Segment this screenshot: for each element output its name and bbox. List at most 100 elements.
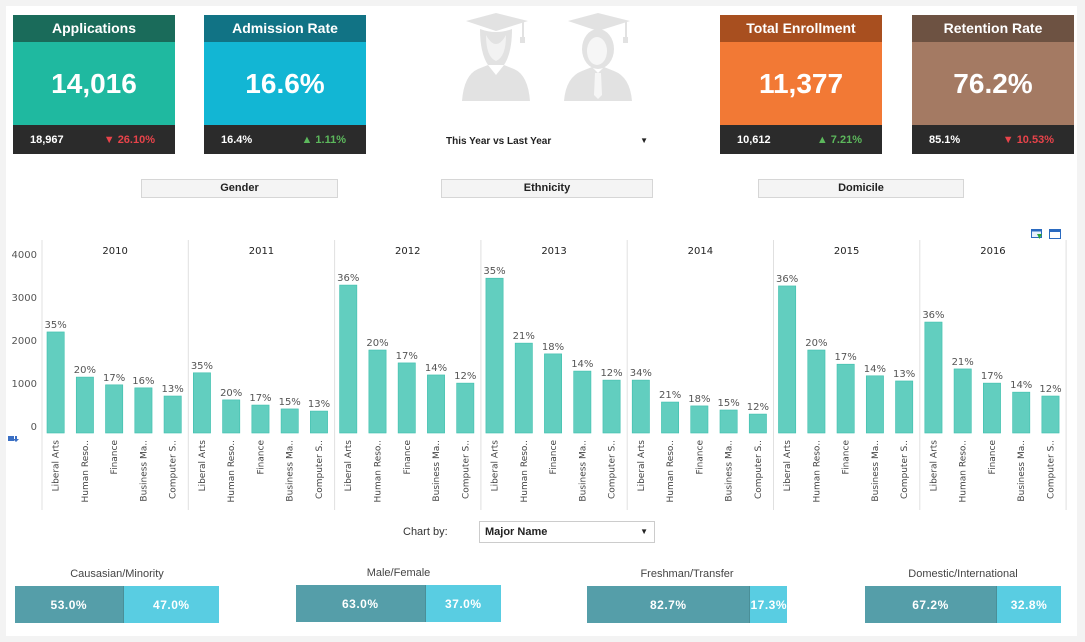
bar-data-label: 35% xyxy=(45,320,67,331)
kpi-change: ▼ 10.53% xyxy=(1002,133,1054,146)
ratio-bar[interactable]: 53.0% 47.0% xyxy=(15,586,219,623)
y-tick-label: 0 xyxy=(31,422,37,433)
bar-data-label: 13% xyxy=(162,384,184,395)
ratio-left-segment: 67.2% xyxy=(865,586,998,623)
chart-by-value: Major Name xyxy=(485,526,548,538)
bar xyxy=(222,399,241,434)
bar xyxy=(397,362,416,434)
bar-data-label: 13% xyxy=(893,369,915,380)
kpi-card-applications[interactable]: Applications 14,016 18,967 ▼ 26.10% xyxy=(13,15,175,154)
bar xyxy=(280,408,299,434)
panel-year-label: 2013 xyxy=(541,246,566,257)
ratio-bar[interactable]: 67.2% 32.8% xyxy=(865,586,1061,623)
ratio-causasian-minority: Causasian/Minority 53.0% 47.0% xyxy=(15,568,219,623)
ratio-right-segment: 47.0% xyxy=(123,586,219,623)
arrow-up-icon: ▲ xyxy=(301,133,313,146)
bar xyxy=(865,375,884,434)
graduate-icons xyxy=(458,13,638,103)
bar xyxy=(807,349,826,434)
x-tick-label: Computer S.. xyxy=(461,440,471,499)
bar xyxy=(485,277,504,434)
chart-toolbar xyxy=(1031,229,1061,240)
kpi-card-retention-rate[interactable]: Retention Rate 76.2% 85.1% ▼ 10.53% xyxy=(912,15,1074,154)
kpi-value: 76.2% xyxy=(912,42,1074,125)
enrollment-by-major-chart: 0 1000 2000 3000 4000 2010 35% Liberal Arts 20% H… xyxy=(0,225,1085,515)
bar xyxy=(251,404,270,434)
kpi-previous-value: 16.4% xyxy=(221,133,253,146)
maximize-icon[interactable] xyxy=(1049,229,1061,240)
bar-data-label: 21% xyxy=(659,390,681,401)
arrow-down-icon: ▼ xyxy=(103,133,115,146)
bar-data-label: 34% xyxy=(630,368,652,379)
x-tick-label: Liberal Arts xyxy=(637,440,647,492)
domicile-button[interactable]: Domicile xyxy=(758,179,964,198)
ratio-bar[interactable]: 82.7% 17.3% xyxy=(587,586,787,623)
x-tick-label: Computer S.. xyxy=(1046,440,1056,499)
bar xyxy=(46,331,65,434)
kpi-footer: 18,967 ▼ 26.10% xyxy=(13,125,175,154)
ratio-title: Causasian/Minority xyxy=(70,568,164,580)
x-tick-label: Computer S.. xyxy=(608,440,618,499)
sort-icon[interactable] xyxy=(8,436,19,442)
bar-data-label: 14% xyxy=(425,363,447,374)
x-tick-label: Human Reso.. xyxy=(959,440,969,502)
bar-data-label: 18% xyxy=(688,394,710,405)
ratio-title: Domestic/International xyxy=(908,568,1018,580)
chart-by-select[interactable]: Major Name ▼ xyxy=(479,521,655,543)
male-graduate-icon[interactable] xyxy=(564,13,632,101)
x-tick-label: Human Reso.. xyxy=(227,440,237,502)
kpi-value: 16.6% xyxy=(204,42,366,125)
gender-button[interactable]: Gender xyxy=(141,179,338,198)
chevron-down-icon: ▼ xyxy=(640,136,648,145)
period-selector[interactable]: This Year vs Last Year ▼ xyxy=(446,136,648,147)
bar-data-label: 12% xyxy=(747,402,769,413)
kpi-change: ▲ 7.21% xyxy=(816,133,862,146)
bar xyxy=(105,384,124,434)
y-tick-label: 2000 xyxy=(12,336,37,347)
kpi-title: Applications xyxy=(13,15,175,42)
x-tick-label: Computer S.. xyxy=(315,440,325,499)
x-tick-label: Human Reso.. xyxy=(666,440,676,502)
panel-year-label: 2010 xyxy=(102,246,127,257)
bar xyxy=(134,387,153,434)
x-tick-label: Liberal Arts xyxy=(52,440,62,492)
x-tick-label: Business Ma.. xyxy=(139,440,149,502)
kpi-change: ▲ 1.11% xyxy=(301,133,346,146)
x-tick-label: Business Ma.. xyxy=(432,440,442,502)
bar-data-label: 35% xyxy=(483,266,505,277)
ratio-left-segment: 82.7% xyxy=(587,586,751,623)
x-tick-label: Business Ma.. xyxy=(1017,440,1027,502)
ratio-bar[interactable]: 63.0% 37.0% xyxy=(296,585,501,622)
female-graduate-icon[interactable] xyxy=(462,13,530,101)
ratio-title: Male/Female xyxy=(366,567,431,579)
kpi-footer: 10,612 ▲ 7.21% xyxy=(720,125,882,154)
ethnicity-button[interactable]: Ethnicity xyxy=(441,179,653,198)
panel-year-label: 2015 xyxy=(834,246,859,257)
export-icon[interactable] xyxy=(1031,229,1043,240)
kpi-card-total-enrollment[interactable]: Total Enrollment 11,377 10,612 ▲ 7.21% xyxy=(720,15,882,154)
panel-year-label: 2012 xyxy=(395,246,420,257)
kpi-previous-value: 18,967 xyxy=(30,133,64,146)
kpi-value: 11,377 xyxy=(720,42,882,125)
x-tick-label: Business Ma.. xyxy=(286,440,296,502)
bar-data-label: 14% xyxy=(1010,380,1032,391)
bar-data-label: 36% xyxy=(776,274,798,285)
kpi-previous-value: 85.1% xyxy=(929,133,961,146)
bar xyxy=(310,410,328,434)
y-tick-label: 4000 xyxy=(12,250,37,261)
bar xyxy=(924,321,943,434)
x-tick-label: Finance xyxy=(256,440,266,475)
bar-data-label: 17% xyxy=(249,393,271,404)
bar-data-label: 12% xyxy=(600,368,622,379)
x-tick-label: Finance xyxy=(110,440,120,475)
x-tick-label: Computer S.. xyxy=(169,440,179,499)
kpi-card-admission-rate[interactable]: Admission Rate 16.6% 16.4% ▲ 1.11% xyxy=(204,15,366,154)
bar-data-label: 36% xyxy=(337,273,359,284)
x-tick-label: Liberal Arts xyxy=(198,440,208,492)
x-tick-label: Finance xyxy=(988,440,998,475)
bar xyxy=(514,342,533,434)
bar xyxy=(953,368,972,434)
bar-data-label: 17% xyxy=(396,351,418,362)
bar-data-label: 12% xyxy=(454,371,476,382)
bar xyxy=(748,413,767,434)
